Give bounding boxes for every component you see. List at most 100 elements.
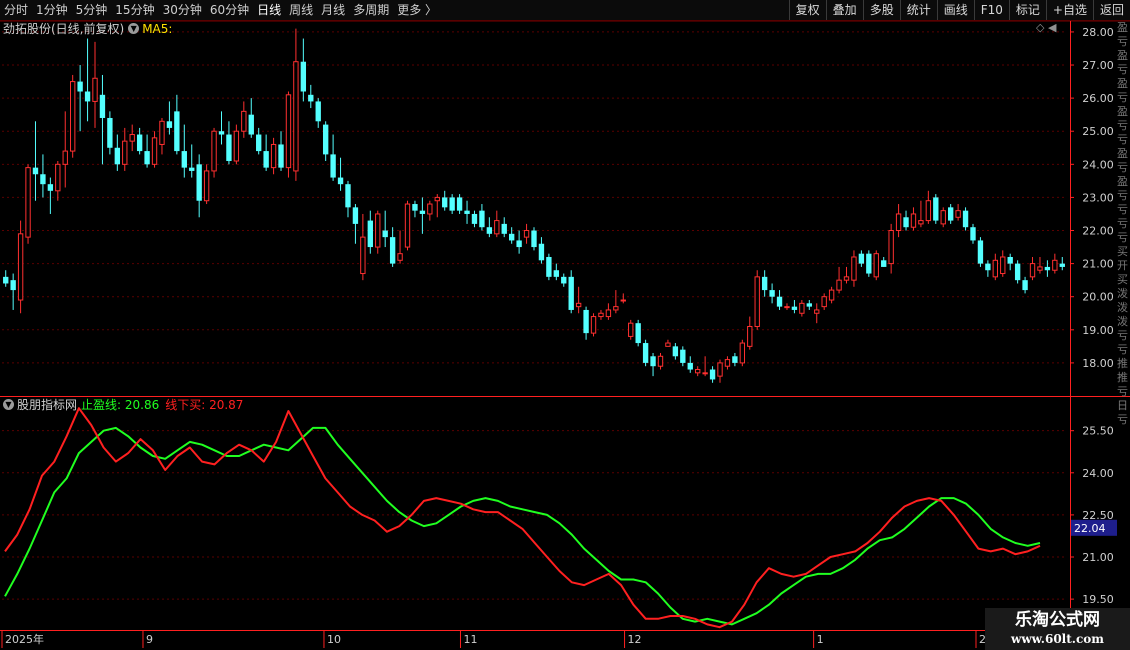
candle-body-up [397,253,403,261]
stop-profit-label: 止盈线: 20.86 [81,398,160,412]
dropdown-icon[interactable]: ▼ [128,23,140,34]
buy-line-label: 线下买: 20.87 [165,398,244,412]
price-tick-label: 22.00 [1082,225,1114,238]
sidebar-signal-char: 亏 [1117,35,1128,48]
candle-body-down [546,256,552,277]
candle-body-down [352,207,359,224]
candle-body-down [166,121,173,128]
candle-body-up [605,309,612,318]
price-tick-label: 24.00 [1082,158,1114,171]
kline-chart[interactable]: 28.00 27.00 26.00 25.00 24.00 23.00 22.00 21.00… [0,0,1130,650]
candle-body-up [285,94,292,169]
candle-body-up [159,120,165,145]
sidebar-signal-char: 亏 [1117,63,1128,76]
candle-body-up [241,110,247,132]
candle-body-up [70,81,76,152]
candle-body-down [449,197,455,211]
sidebar-signal-char: 亏 [1117,217,1128,230]
price-tick-label: 25.00 [1082,125,1114,138]
buy-line [4,407,1041,629]
sidebar-signal-char: 亏 [1117,343,1128,356]
sidebar-signal-char: 亏 [1117,189,1128,202]
candle-body-up [613,306,619,311]
candle-body-down [464,210,470,214]
sidebar-signal-char: 泼 [1117,315,1128,328]
sidebar-signal-char: 亏 [1117,161,1128,174]
candle-body-down [263,151,269,168]
candle-body-down [538,243,545,261]
watermark-title: 乐淘公式网 [1015,610,1100,630]
candle-body-down [10,280,16,291]
candle-body-up [375,213,381,248]
candle-body-down [933,197,939,221]
candle-body-up [270,143,277,169]
indicator-tick-label: 21.00 [1082,551,1114,564]
sidebar-signal-char: 亏 [1117,91,1128,104]
candle-body-down [486,227,493,234]
watermark: 乐淘公式网 www.60lt.com [985,608,1130,650]
candle-body-down [226,134,232,162]
candle-body-up [434,196,440,202]
candle-body-up [151,137,158,165]
candle-body-up [918,220,924,225]
price-tick-label: 27.00 [1082,59,1114,72]
candle-body-down [635,323,641,344]
candle-body-down [508,233,515,241]
candle-body-down [278,144,284,168]
sidebar-signal-char: 盈 [1117,49,1128,62]
price-tick-label: 19.00 [1082,324,1114,337]
sidebar-signal-char: 盈 [1117,105,1128,118]
candle-body-up [955,210,961,218]
candle-body-down [77,81,83,92]
panel-icons[interactable]: ◇ ◀ [1036,21,1056,34]
candle-body-down [516,240,522,248]
candle-body-down [218,131,225,135]
candle-body-down [1059,263,1065,267]
candle-body-up [122,140,128,165]
candle-body-up [910,213,917,228]
watermark-url: www.60lt.com [1011,632,1104,646]
candle-body-down [114,147,121,165]
candle-body-down [419,210,426,214]
candle-body-down [903,217,909,228]
sidebar-signal-char: 亏 [1117,119,1128,132]
candle-body-down [806,303,812,307]
candle-body-down [300,61,307,92]
sidebar-signal-char: 盈 [1117,147,1128,160]
candle-body-down [947,207,954,221]
candle-body-down [672,346,679,357]
price-tick-label: 23.00 [1082,191,1114,204]
candle-body-down [322,124,329,155]
indicator-tick-label: 24.00 [1082,467,1114,480]
candle-body-down [412,204,418,211]
candle-body-down [1014,263,1021,281]
candle-body-up [427,203,433,215]
candle-body-up [695,369,701,374]
candle-body-down [389,237,396,264]
signal-sidebar: 盈亏盈亏盈亏盈亏亏盈亏盈亏亏亏亏买开买泼泼泼亏亏推推亏日亏 [1117,21,1130,631]
candle-body-up [523,230,530,238]
candle-body-up [784,306,790,309]
sidebar-signal-char: 泼 [1117,301,1128,314]
price-tick-label: 18.00 [1082,357,1114,370]
candle-body-down [40,174,46,185]
candle-body-up [739,342,746,364]
indicator-tick-label: 19.50 [1082,593,1114,606]
candle-body-up [62,150,68,165]
candle-body-up [590,316,597,334]
candle-body-up [628,322,634,337]
candle-body-down [144,151,150,165]
candle-body-down [337,177,344,185]
candle-body-down [136,134,143,152]
candle-body-down [568,276,574,310]
candle-body-down [866,253,872,274]
indicator-name: 股朋指标网 [17,398,78,412]
candle-body-down [687,362,693,370]
candle-body-up [843,276,850,281]
candle-body-down [977,240,984,264]
candle-body-down [181,151,187,168]
sidebar-signal-char: 日 [1117,399,1128,412]
candle-body-down [308,94,314,102]
indicator-dropdown-icon[interactable]: ▼ [3,399,14,410]
candle-body-down [479,210,485,228]
